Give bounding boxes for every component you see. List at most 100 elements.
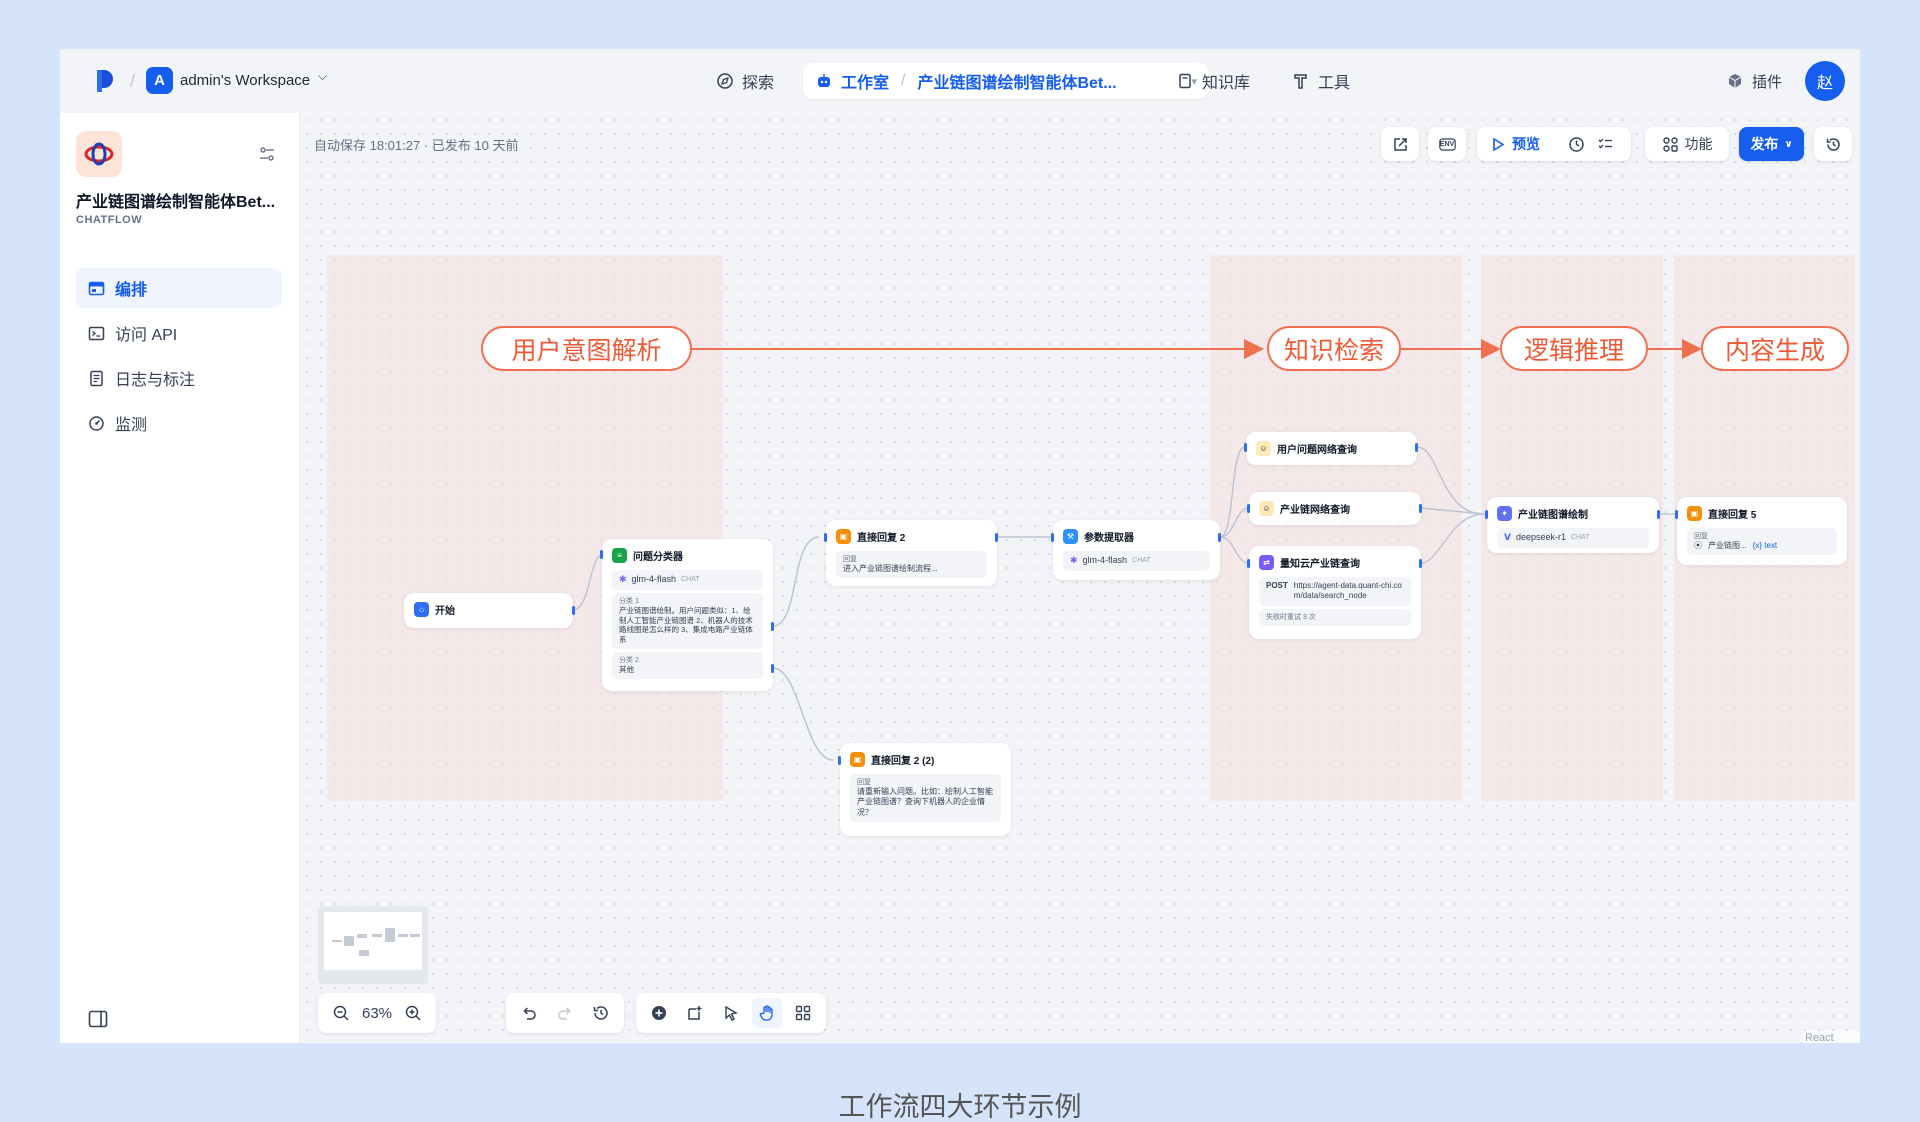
- node-reply-2-2[interactable]: ▣ 直接回复 2 (2) 回复 请重新输入问题。比如：绘制人工智能产业链图谱？查询…: [840, 743, 1011, 836]
- cube-icon: [1728, 74, 1742, 88]
- model-selector[interactable]: ✱ glm-4-flash CHAT: [612, 570, 763, 590]
- workflow-canvas[interactable]: 自动保存 18:01:27 · 已发布 10 天前 ENV 预览 功能 发布 ∨: [300, 113, 1860, 1043]
- zoom-level[interactable]: 63%: [362, 1005, 392, 1022]
- node-llm-chain-drawing[interactable]: ✦ 产业链图谱绘制 𝗩 deepseek-r1 CHAT: [1487, 497, 1659, 553]
- node-handle[interactable]: [1657, 510, 1660, 519]
- node-reply-2[interactable]: ▣ 直接回复 2 回复 进入产业链图谱绘制流程...: [826, 520, 997, 586]
- note-icon: [688, 1006, 702, 1020]
- pointer-mode-button[interactable]: [716, 998, 746, 1028]
- node-classifier[interactable]: ≡ 问题分类器 ✱ glm-4-flash CHAT 分类 1 产业链图谱绘制。用…: [602, 539, 773, 691]
- node-handle[interactable]: [1051, 533, 1054, 542]
- settings-sliders-icon[interactable]: [258, 145, 276, 163]
- node-handle[interactable]: [1485, 510, 1488, 519]
- nav-tools-label: 工具: [1318, 75, 1351, 92]
- compass-icon: [717, 73, 733, 89]
- node-handle[interactable]: [1675, 510, 1678, 519]
- reply-label: 回复: [1694, 533, 1708, 540]
- node-search-user-question[interactable]: ☺ 用户问题网络查询: [1246, 432, 1417, 465]
- nav-plugins-label: 插件: [1752, 73, 1783, 91]
- app-name: 产业链图谱绘制智能体Bet...: [76, 194, 276, 211]
- change-history-button[interactable]: [586, 998, 616, 1028]
- dify-logo-icon[interactable]: [94, 68, 116, 94]
- stage-label-retrieval: 知识检索: [1267, 326, 1401, 371]
- node-handle[interactable]: [1244, 443, 1247, 452]
- node-start[interactable]: ⌂ 开始: [404, 593, 573, 628]
- node-search-chain[interactable]: ☺ 产业链网络查询: [1249, 492, 1421, 525]
- current-app-title[interactable]: 产业链图谱绘制智能体Bet...: [917, 69, 1116, 93]
- node-handle[interactable]: [771, 622, 774, 631]
- nav-studio[interactable]: 工作室 / 产业链图谱绘制智能体Bet... ▾: [803, 63, 1209, 99]
- node-handle[interactable]: [838, 756, 841, 765]
- workspace-name[interactable]: admin's Workspace: [180, 72, 310, 89]
- sidebar-collapse-icon[interactable]: [88, 1010, 108, 1028]
- node-param-extractor[interactable]: ⚒ 参数提取器 ✱ glm-4-flash CHAT: [1053, 520, 1220, 580]
- node-handle[interactable]: [1419, 559, 1422, 568]
- add-node-button[interactable]: [644, 998, 674, 1028]
- node-handle[interactable]: [600, 550, 603, 559]
- organize-layout-button[interactable]: [788, 998, 818, 1028]
- variable-ref: 产业链图...: [1708, 541, 1747, 551]
- zoom-out-button[interactable]: [326, 998, 356, 1028]
- history-icon: [593, 1006, 608, 1020]
- model-selector[interactable]: 𝗩 deepseek-r1 CHAT: [1497, 528, 1649, 548]
- llm-icon: ✦: [1497, 506, 1512, 521]
- node-handle[interactable]: [1247, 504, 1250, 513]
- classifier-icon: ≡: [612, 548, 627, 563]
- sidebar-item-logs[interactable]: 日志与标注: [76, 358, 282, 398]
- nav-plugins[interactable]: 插件: [1714, 63, 1794, 99]
- model-selector[interactable]: ✱ glm-4-flash CHAT: [1063, 551, 1210, 571]
- app-icon[interactable]: [76, 131, 122, 177]
- app-window: / A admin's Workspace ⌵ 探索 工作室 / 产业链图谱绘制…: [60, 49, 1860, 1043]
- node-handle[interactable]: [824, 533, 827, 542]
- nav-explore[interactable]: 探索: [704, 63, 786, 99]
- variable-name: {x} text: [1752, 541, 1778, 551]
- node-http-request[interactable]: ⇄ 量知云产业链查询 POST https://agent-data.quant-…: [1249, 546, 1421, 639]
- hand-mode-button[interactable]: [752, 998, 782, 1028]
- node-handle[interactable]: [995, 533, 998, 542]
- reply-box: 回复 进入产业链图谱绘制流程...: [836, 551, 987, 579]
- reply-box: 回复 ⦿ 产业链图... {x} text: [1687, 528, 1837, 556]
- chain-icon: [84, 142, 114, 166]
- deepseek-icon: 𝗩: [1504, 532, 1511, 542]
- api-icon: ⇄: [1259, 555, 1274, 570]
- zoom-in-button[interactable]: [398, 998, 428, 1028]
- class-text: 其他: [619, 664, 634, 674]
- sidebar-item-monitor[interactable]: 监测: [76, 403, 282, 443]
- dashboard-icon: [89, 415, 104, 431]
- user-avatar[interactable]: 赵: [1805, 61, 1845, 101]
- chevron-down-icon[interactable]: ⌵: [318, 69, 327, 84]
- breadcrumb-separator: /: [130, 71, 136, 91]
- reply-icon: ▣: [1687, 506, 1702, 521]
- sidebar: 产业链图谱绘制智能体Bet... CHATFLOW 编排 访问 API 日志与标…: [60, 113, 300, 1043]
- http-method: POST: [1266, 581, 1288, 590]
- minimap[interactable]: [318, 906, 428, 984]
- nav-explore-label: 探索: [742, 75, 775, 92]
- node-handle[interactable]: [1415, 443, 1418, 452]
- grid-icon: [795, 1005, 811, 1021]
- redo-button[interactable]: [550, 998, 580, 1028]
- node-handle[interactable]: [771, 664, 774, 673]
- node-reply-5[interactable]: ▣ 直接回复 5 回复 ⦿ 产业链图... {x} text: [1677, 497, 1847, 565]
- nav-tools[interactable]: 工具: [1280, 63, 1362, 99]
- add-note-button[interactable]: [680, 998, 710, 1028]
- zoom-in-icon: [405, 1005, 421, 1021]
- react-flow-attribution[interactable]: React Flow: [1803, 1031, 1860, 1043]
- node-handle[interactable]: [572, 606, 575, 615]
- undo-button[interactable]: [514, 998, 544, 1028]
- sidebar-item-api[interactable]: 访问 API: [76, 313, 282, 353]
- http-url: https://agent-data.quant-chi.com/data/se…: [1293, 581, 1402, 601]
- model-name: deepseek-r1: [1515, 532, 1567, 542]
- model-icon: ✱: [619, 574, 627, 584]
- node-handle[interactable]: [1218, 533, 1221, 542]
- retry-info: 失败时重试 3 次: [1259, 608, 1411, 626]
- node-handle[interactable]: [1247, 559, 1250, 568]
- stage-label-reasoning: 逻辑推理: [1500, 326, 1648, 371]
- workspace-avatar[interactable]: A: [146, 67, 173, 94]
- top-bar: / A admin's Workspace ⌵ 探索 工作室 / 产业链图谱绘制…: [60, 49, 1860, 113]
- minimap-viewport: [324, 912, 422, 970]
- node-title: 用户问题网络查询: [1277, 445, 1357, 456]
- sidebar-item-orchestrate[interactable]: 编排: [76, 268, 282, 308]
- nav-knowledge[interactable]: 知识库: [1164, 63, 1262, 99]
- sidebar-item-label: 编排: [115, 282, 148, 299]
- node-handle[interactable]: [1419, 504, 1422, 513]
